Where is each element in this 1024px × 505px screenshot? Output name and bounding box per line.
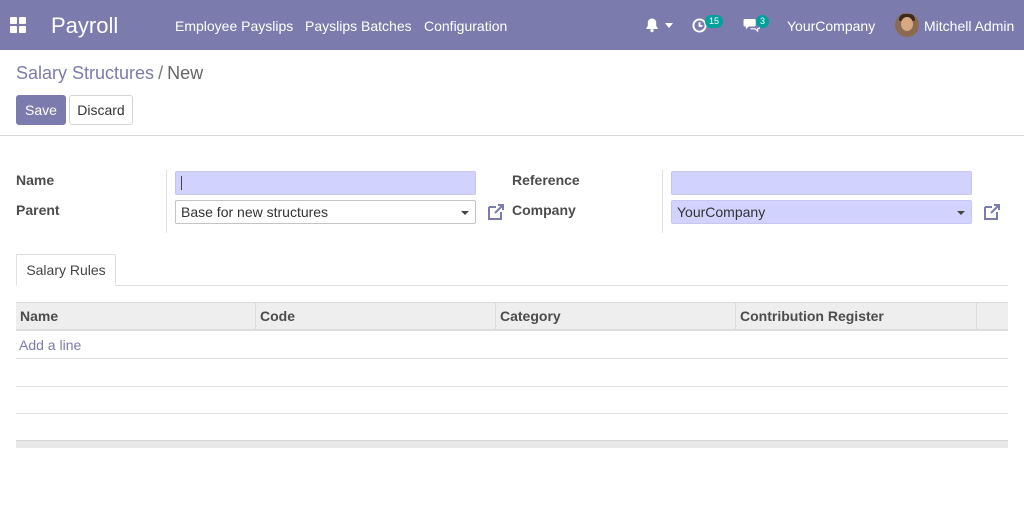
external-link-icon[interactable] [982,202,1002,222]
table-row [16,413,1008,414]
user-menu[interactable]: Mitchell Admin [924,18,1014,34]
table-row [16,386,1008,387]
parent-dropdown-caret-icon [461,211,469,215]
top-navbar: Payroll Employee Payslips Payslips Batch… [0,0,1024,50]
parent-select-value: Base for new structures [181,204,329,220]
company-select[interactable]: YourCompany [671,200,972,224]
table-header: Name Code Category Contribution Register [16,302,1008,331]
breadcrumb: Salary Structures / New [16,63,203,84]
save-button[interactable]: Save [16,95,66,125]
external-link-icon[interactable] [486,202,506,222]
activities-button[interactable]: 15 [692,15,726,35]
left-group-divider [166,170,167,233]
breadcrumb-salary-structures[interactable]: Salary Structures [16,63,154,83]
tab-salary-rules[interactable]: Salary Rules [16,254,116,286]
company-dropdown-caret-icon [957,211,965,215]
app-title[interactable]: Payroll [51,13,118,39]
name-input[interactable] [175,171,476,195]
right-group-divider [662,170,663,233]
table-footer [16,440,1008,448]
breadcrumb-separator: / [158,63,164,83]
parent-select[interactable]: Base for new structures [175,200,476,224]
activity-count-badge: 15 [705,15,724,28]
table-row [16,358,1008,359]
menu-configuration[interactable]: Configuration [424,18,507,34]
reference-input[interactable] [671,171,972,195]
notifications-button[interactable] [644,17,674,35]
caret-down-icon [665,23,673,28]
bell-icon [646,18,658,33]
name-label: Name [16,172,55,188]
breadcrumb-current: New [167,63,204,83]
column-contribution-register[interactable]: Contribution Register [736,303,977,330]
parent-label: Parent [16,202,60,218]
company-switcher[interactable]: YourCompany [787,18,875,34]
company-select-value: YourCompany [677,204,766,220]
discard-button[interactable]: Discard [69,95,133,125]
text-cursor [181,176,182,190]
column-category[interactable]: Category [496,303,736,330]
tabs-baseline [16,285,1008,286]
messages-button[interactable]: 3 [743,15,773,35]
apps-grid-icon[interactable] [10,17,26,33]
menu-payslips-batches[interactable]: Payslips Batches [305,18,412,34]
reference-label: Reference [512,172,580,188]
add-a-line-link[interactable]: Add a line [19,337,81,353]
column-code[interactable]: Code [256,303,496,330]
user-avatar[interactable] [895,13,919,37]
messages-count-badge: 3 [756,15,770,28]
menu-employee-payslips[interactable]: Employee Payslips [175,18,293,34]
control-panel-divider [0,135,1024,136]
company-label: Company [512,202,576,218]
column-name[interactable]: Name [16,303,256,330]
